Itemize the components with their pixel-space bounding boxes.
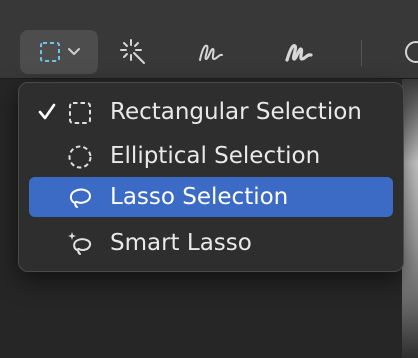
draw-tool-button[interactable] xyxy=(278,30,320,74)
menu-item-smart-lasso[interactable]: Smart Lasso xyxy=(29,223,393,263)
smart-lasso-icon xyxy=(67,231,93,257)
menu-item-label: Rectangular Selection xyxy=(110,99,362,125)
sketch-icon xyxy=(196,38,226,66)
checkmark-icon xyxy=(37,101,57,123)
menu-item-lasso-selection[interactable]: Lasso Selection xyxy=(29,177,393,217)
toolbar-divider xyxy=(361,40,362,66)
elliptical-selection-icon xyxy=(67,144,93,170)
magic-wand-button[interactable] xyxy=(112,30,154,74)
toolbar-button-partial[interactable] xyxy=(384,30,418,74)
rectangular-selection-icon xyxy=(67,100,93,126)
menu-item-label: Smart Lasso xyxy=(110,230,252,256)
image-canvas-edge xyxy=(402,79,418,358)
draw-icon xyxy=(283,38,315,66)
selection-tool-button[interactable] xyxy=(20,30,98,74)
selection-tools-menu: Rectangular Selection Elliptical Selecti… xyxy=(18,82,404,272)
lasso-icon xyxy=(67,185,93,211)
menu-item-label: Lasso Selection xyxy=(110,184,289,210)
menu-item-elliptical-selection[interactable]: Elliptical Selection xyxy=(29,136,393,176)
chevron-down-icon[interactable] xyxy=(67,47,81,57)
magic-wand-icon xyxy=(118,37,148,67)
menu-item-rectangular-selection[interactable]: Rectangular Selection xyxy=(29,92,393,132)
toolbar xyxy=(0,0,418,79)
rectangular-selection-icon xyxy=(39,41,61,63)
sketch-tool-button[interactable] xyxy=(190,30,232,74)
menu-item-label: Elliptical Selection xyxy=(110,143,321,169)
